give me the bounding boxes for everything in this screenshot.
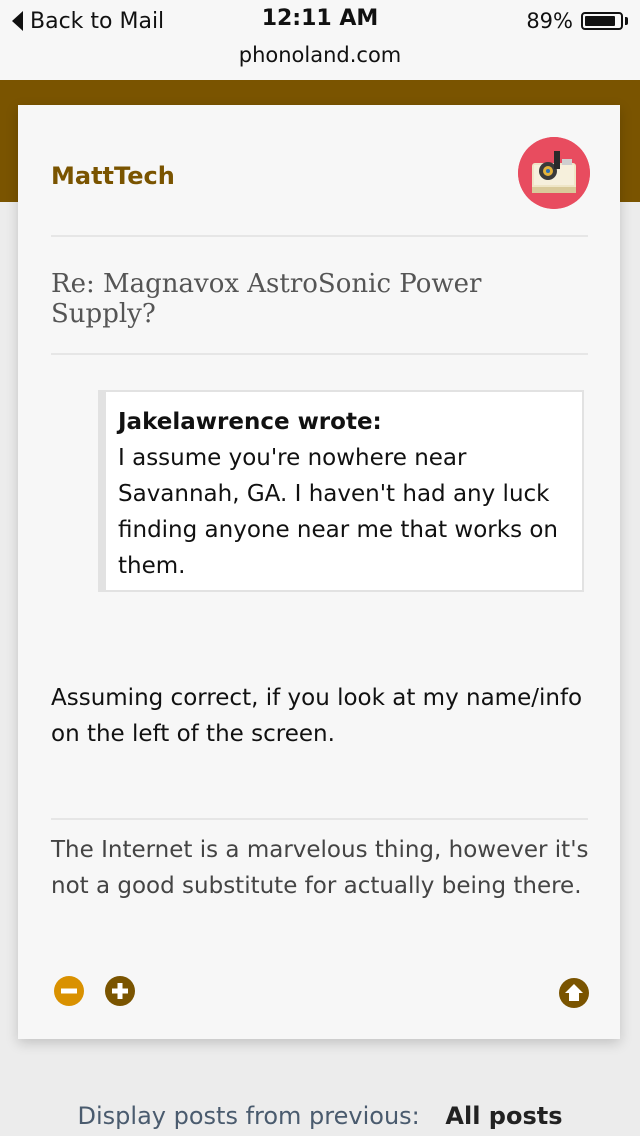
avatar[interactable] xyxy=(518,137,590,209)
post-title[interactable]: Re: Magnavox AstroSonic Power Supply? xyxy=(51,269,571,329)
display-posts-value[interactable]: All posts xyxy=(445,1102,562,1130)
signature-divider xyxy=(51,818,588,820)
battery-icon xyxy=(581,12,623,30)
status-bar: Back to Mail 12:11 AM 89% xyxy=(0,0,640,40)
display-posts-label: Display posts from previous: xyxy=(77,1102,420,1130)
divider xyxy=(51,353,588,355)
arrow-up-circle-icon xyxy=(559,978,589,1008)
post-signature: The Internet is a marvelous thing, howev… xyxy=(51,837,589,899)
post-body: Assuming correct, if you look at my name… xyxy=(51,685,583,747)
battery-percent: 89% xyxy=(526,9,573,33)
plus-circle-icon[interactable] xyxy=(105,976,135,1006)
battery-tip xyxy=(625,17,628,25)
quote-block: Jakelawrence wrote: I assume you're nowh… xyxy=(98,390,584,592)
divider xyxy=(51,235,588,237)
battery-indicator: 89% xyxy=(526,9,628,33)
minus-circle-icon[interactable] xyxy=(54,976,84,1006)
display-posts-filter[interactable]: Display posts from previous: All posts xyxy=(0,1102,640,1130)
post-author[interactable]: MattTech xyxy=(51,162,175,190)
arrow-up-circle-icon[interactable] xyxy=(559,978,589,1008)
minus-circle-icon xyxy=(54,976,84,1006)
plus-circle-icon xyxy=(105,976,135,1006)
avatar-image xyxy=(518,137,590,209)
quote-author: Jakelawrence wrote: xyxy=(118,409,382,435)
quote-text: I assume you're nowhere near Savannah, G… xyxy=(118,445,559,579)
url-bar[interactable]: phonoland.com xyxy=(0,40,640,81)
post-card: MattTech Re: Magnavox AstroSonic Power S… xyxy=(18,105,620,1039)
battery-fill xyxy=(585,16,616,26)
url-text: phonoland.com xyxy=(238,43,402,67)
